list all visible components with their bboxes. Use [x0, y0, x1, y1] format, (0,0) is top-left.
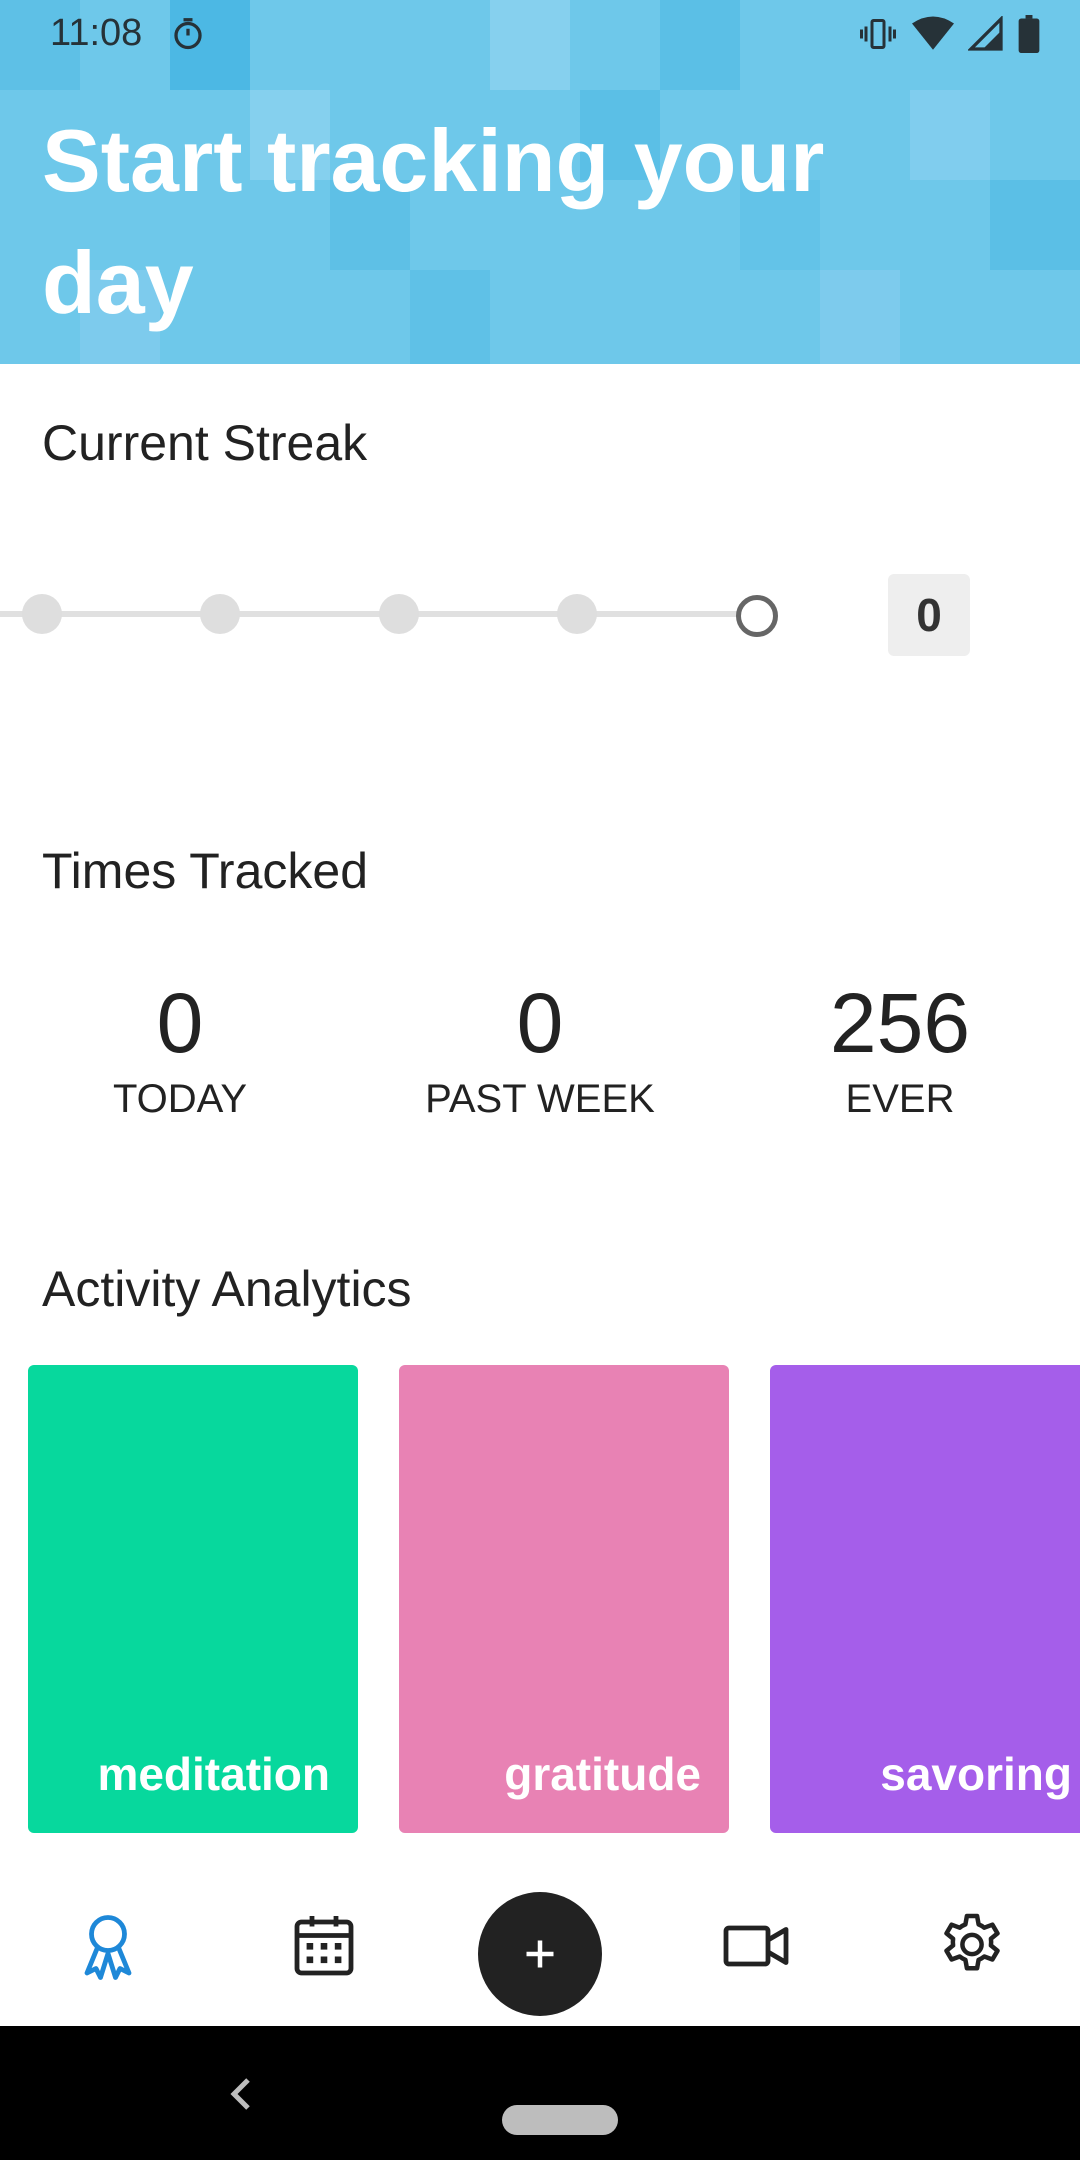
back-icon[interactable]: [222, 2074, 258, 2114]
bottom-navigation: [0, 1866, 1080, 2026]
page-title: Start tracking your day: [42, 111, 825, 332]
streak-day-dot: [557, 594, 597, 634]
header-banner: 11:08 Start tracking your day: [0, 0, 1080, 364]
signal-icon: [968, 16, 1003, 51]
stat-past-week-value: 0: [516, 976, 564, 1070]
analytics-title: Activity Analytics: [42, 1261, 412, 1317]
card-label: savoring: [880, 1748, 1072, 1800]
calendar-icon: [294, 1916, 354, 1976]
analytics-card-meditation[interactable]: meditation: [28, 1365, 358, 1833]
header-tile: [990, 180, 1080, 270]
stat-today: 0 TODAY: [30, 973, 330, 1122]
streak-day-dot: [22, 594, 62, 634]
stat-ever-value: 256: [829, 976, 971, 1070]
stat-today-label: TODAY: [112, 1077, 248, 1121]
streak-day-dot: [379, 594, 419, 634]
streak-today-dot: [736, 595, 778, 637]
system-navigation-bar: [0, 2026, 1080, 2160]
nav-achievements[interactable]: [58, 1896, 158, 1996]
card-label: meditation: [97, 1748, 330, 1800]
streak-title: Current Streak: [42, 415, 368, 471]
award-icon: [84, 1915, 132, 1980]
stat-past-week: 0 PAST WEEK: [390, 973, 690, 1122]
add-icon: [526, 1940, 554, 1968]
times-tracked-title: Times Tracked: [42, 843, 369, 899]
analytics-card-savoring[interactable]: savoring: [770, 1365, 1080, 1833]
nav-settings[interactable]: [922, 1896, 1022, 1996]
card-label: gratitude: [504, 1748, 701, 1800]
timer-icon: [174, 18, 202, 50]
add-entry-button[interactable]: [478, 1892, 602, 2016]
stat-ever-label: EVER: [845, 1077, 955, 1121]
wifi-icon: [912, 16, 954, 50]
streak-count-badge: 0: [888, 574, 970, 656]
vibrate-icon: [860, 19, 896, 49]
home-pill[interactable]: [502, 2105, 618, 2135]
stat-past-week-label: PAST WEEK: [425, 1077, 655, 1121]
battery-icon: [1018, 15, 1040, 53]
nav-videos[interactable]: [706, 1896, 806, 1996]
status-time: 11:08: [50, 12, 143, 54]
video-icon: [723, 1925, 789, 1967]
nav-calendar[interactable]: [274, 1896, 374, 1996]
streak-day-dot: [200, 594, 240, 634]
status-icons: [858, 14, 1040, 54]
settings-icon: [944, 1913, 1000, 1971]
stat-today-value: 0: [156, 976, 204, 1070]
stat-ever: 256 EVER: [750, 973, 1050, 1122]
analytics-card-gratitude[interactable]: gratitude: [399, 1365, 729, 1833]
status-bar: 11:08: [0, 0, 1080, 66]
